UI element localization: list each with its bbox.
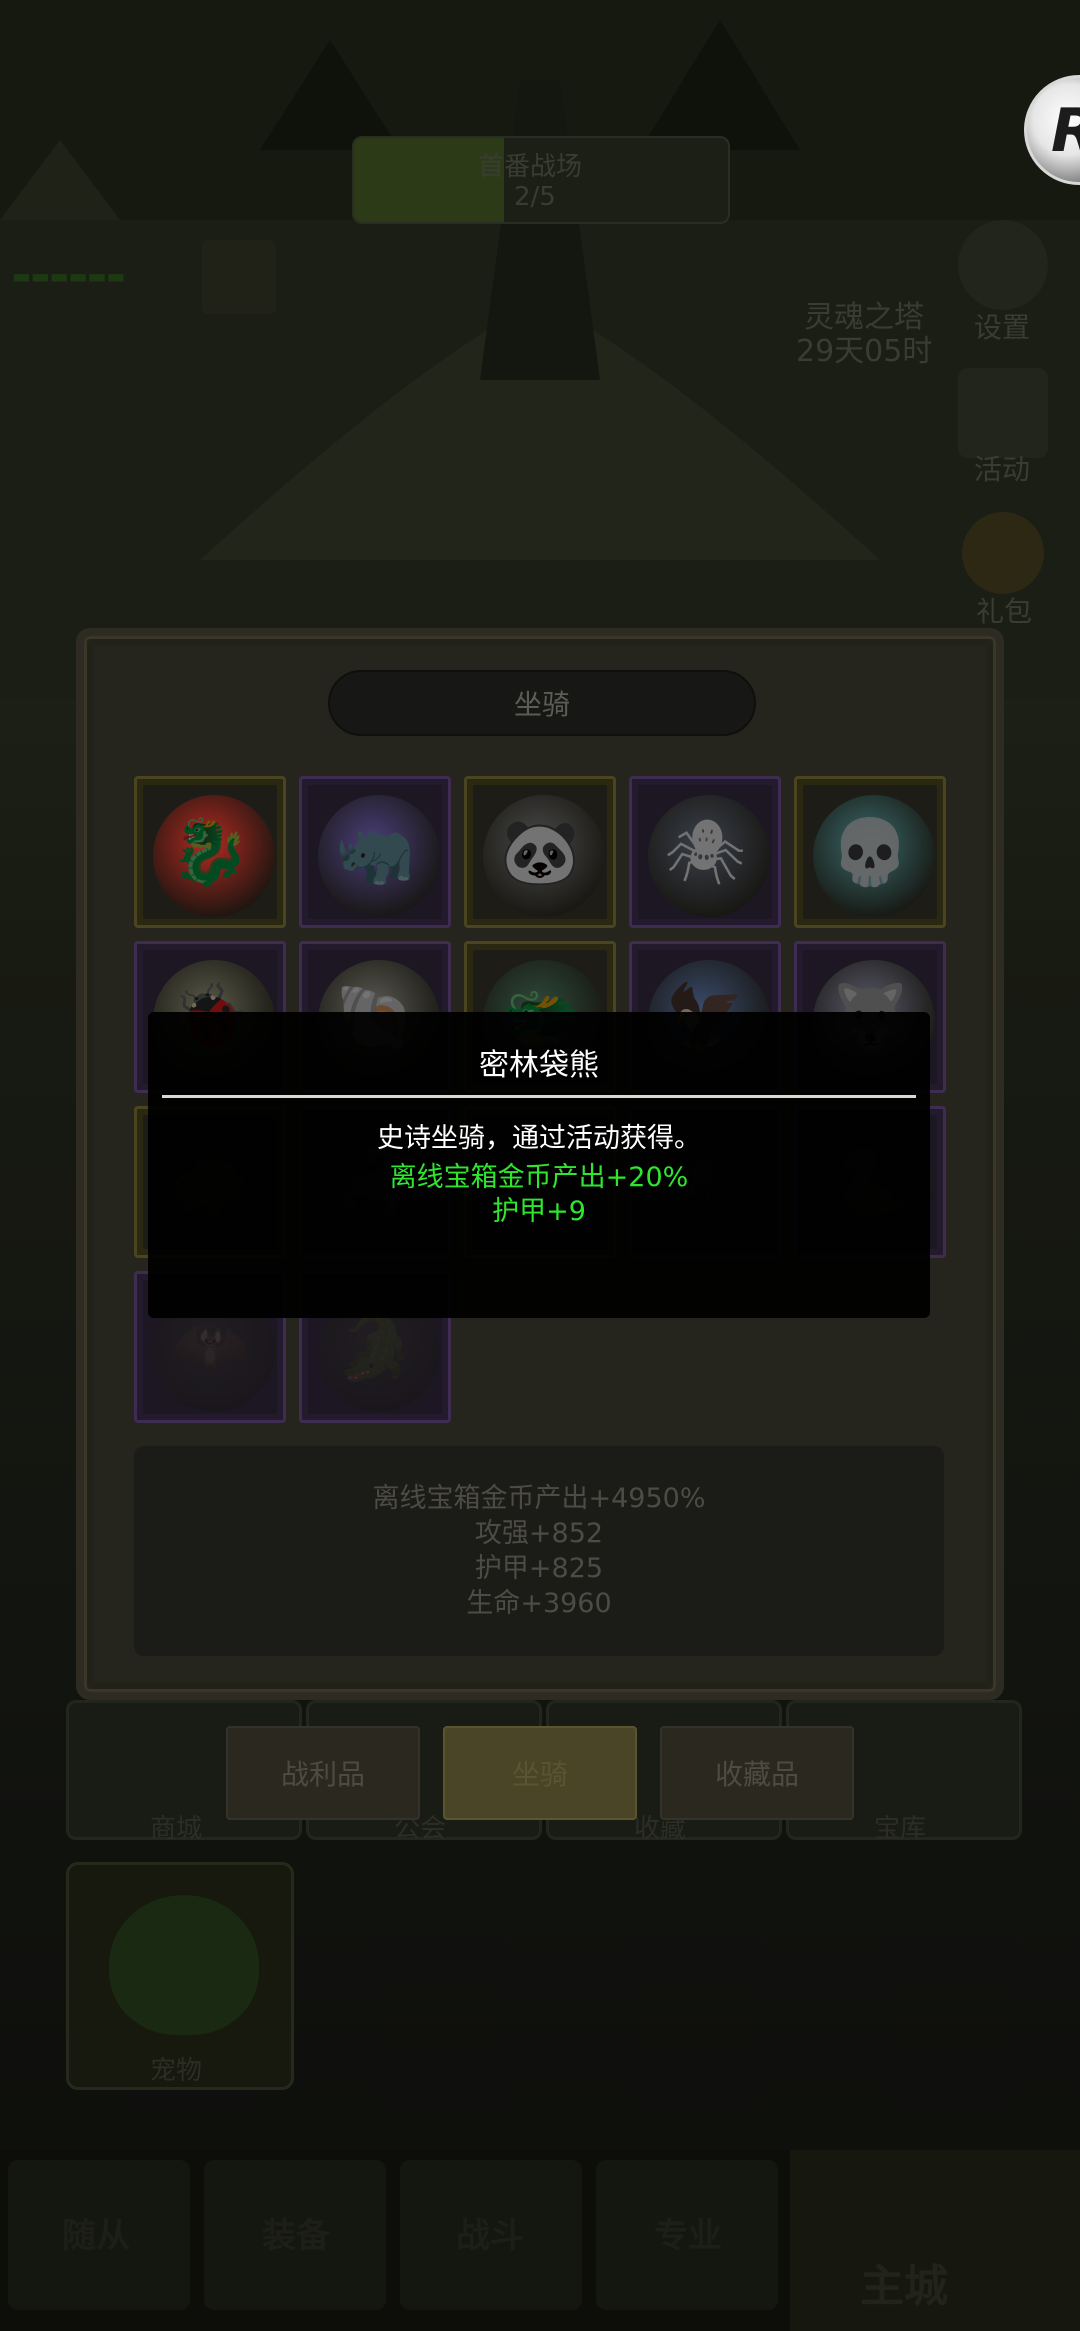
red-armored-beast-icon: 🐉: [170, 815, 250, 890]
mount-slot-frame: 🕷: [638, 785, 772, 919]
dragon-icon: [109, 1895, 259, 2035]
tab-mount[interactable]: 坐骑: [443, 1726, 637, 1820]
buff-text: ▬▬▬▬▬▬: [12, 264, 126, 288]
nav-battle-label: 战斗: [456, 2216, 524, 2256]
nav-profession-label: 专业: [654, 2216, 722, 2256]
event-title: 首番战场: [478, 152, 583, 182]
tab-loot[interactable]: 战利品: [226, 1726, 420, 1820]
summary-line: 离线宝箱金币产出+4950%: [372, 1483, 706, 1514]
summary-line: 攻强+852: [474, 1518, 604, 1549]
mount-tooltip: 密林袋熊 史诗坐骑，通过活动获得。 离线宝箱金币产出+20% 护甲+9: [148, 1012, 930, 1318]
activity-label: 活动: [974, 453, 1031, 486]
gift-icon[interactable]: [962, 512, 1044, 594]
mount-slot-frame: 🐉: [143, 785, 277, 919]
tooltip-divider: [162, 1095, 916, 1098]
mount-slot-skull-mount[interactable]: 💀: [794, 776, 946, 928]
tab-collectibles[interactable]: 收藏品: [660, 1726, 854, 1820]
skull-mount-icon: 💀: [830, 815, 910, 890]
gift-label: 礼包: [976, 595, 1033, 628]
tooltip-description: 史诗坐骑，通过活动获得。: [377, 1123, 701, 1154]
tower-timer: 29天05时: [796, 334, 933, 369]
mount-slot-mech-spider[interactable]: 🕷: [629, 776, 781, 928]
mount-bonus-summary: 离线宝箱金币产出+4950% 攻强+852 护甲+825 生命+3960: [134, 1446, 944, 1656]
pet-label: 宠物: [150, 2056, 203, 2086]
settings-label: 设置: [974, 311, 1031, 344]
tooltip-attribute: 护甲+9: [492, 1196, 586, 1227]
chat-icon[interactable]: [202, 240, 276, 314]
mount-slot-frame: 🦏: [308, 785, 442, 919]
calendar-icon[interactable]: [958, 368, 1048, 458]
mount-slot-red-armored-beast[interactable]: 🐉: [134, 776, 286, 928]
tooltip-mount-name: 密林袋熊: [479, 1048, 599, 1083]
summary-line: 护甲+825: [474, 1553, 604, 1584]
mount-slot-purple-stone-beast[interactable]: 🦏: [299, 776, 451, 928]
panda-mount-icon: 🐼: [500, 815, 580, 890]
nav-followers-label: 随从: [62, 2216, 130, 2256]
gear-icon[interactable]: [958, 220, 1048, 310]
mount-slot-panda-mount[interactable]: 🐼: [464, 776, 616, 928]
mount-slot-frame: 🐼: [473, 785, 607, 919]
nav-home-label: 主城: [860, 2261, 948, 2312]
treasury-label: 宝库: [874, 1814, 927, 1844]
event-progress: 2/5: [514, 182, 556, 212]
shop-label: 商城: [150, 1814, 203, 1844]
panel-title: 坐骑: [328, 670, 756, 736]
mech-spider-icon: 🕷: [664, 815, 746, 890]
mount-slot-frame: 💀: [803, 785, 937, 919]
nav-equipment-label: 装备: [262, 2216, 330, 2256]
summary-line: 生命+3960: [466, 1588, 612, 1619]
purple-stone-beast-icon: 🦏: [335, 815, 415, 890]
